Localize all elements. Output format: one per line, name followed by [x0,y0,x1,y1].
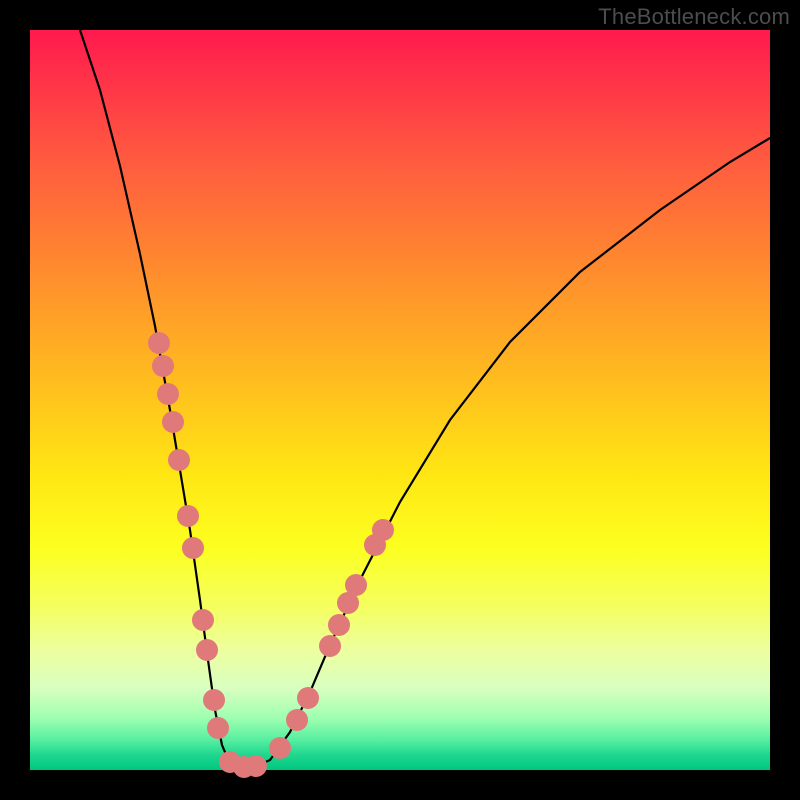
data-bead [245,755,267,777]
watermark-text: TheBottleneck.com [598,4,790,30]
curve-layer [30,30,770,770]
data-bead [192,609,214,631]
data-bead [203,689,225,711]
beads-left-group [148,332,267,778]
chart-frame: TheBottleneck.com [0,0,800,800]
data-bead [162,411,184,433]
data-bead [328,614,350,636]
data-bead [345,574,367,596]
beads-right-group [269,519,394,759]
data-bead [319,635,341,657]
bottleneck-curve [80,30,770,768]
data-bead [372,519,394,541]
data-bead [177,505,199,527]
data-bead [182,537,204,559]
data-bead [207,717,229,739]
data-bead [152,355,174,377]
data-bead [168,449,190,471]
data-bead [269,737,291,759]
data-bead [157,383,179,405]
data-bead [196,639,218,661]
data-bead [286,709,308,731]
data-bead [297,687,319,709]
plot-area [30,30,770,770]
data-bead [148,332,170,354]
